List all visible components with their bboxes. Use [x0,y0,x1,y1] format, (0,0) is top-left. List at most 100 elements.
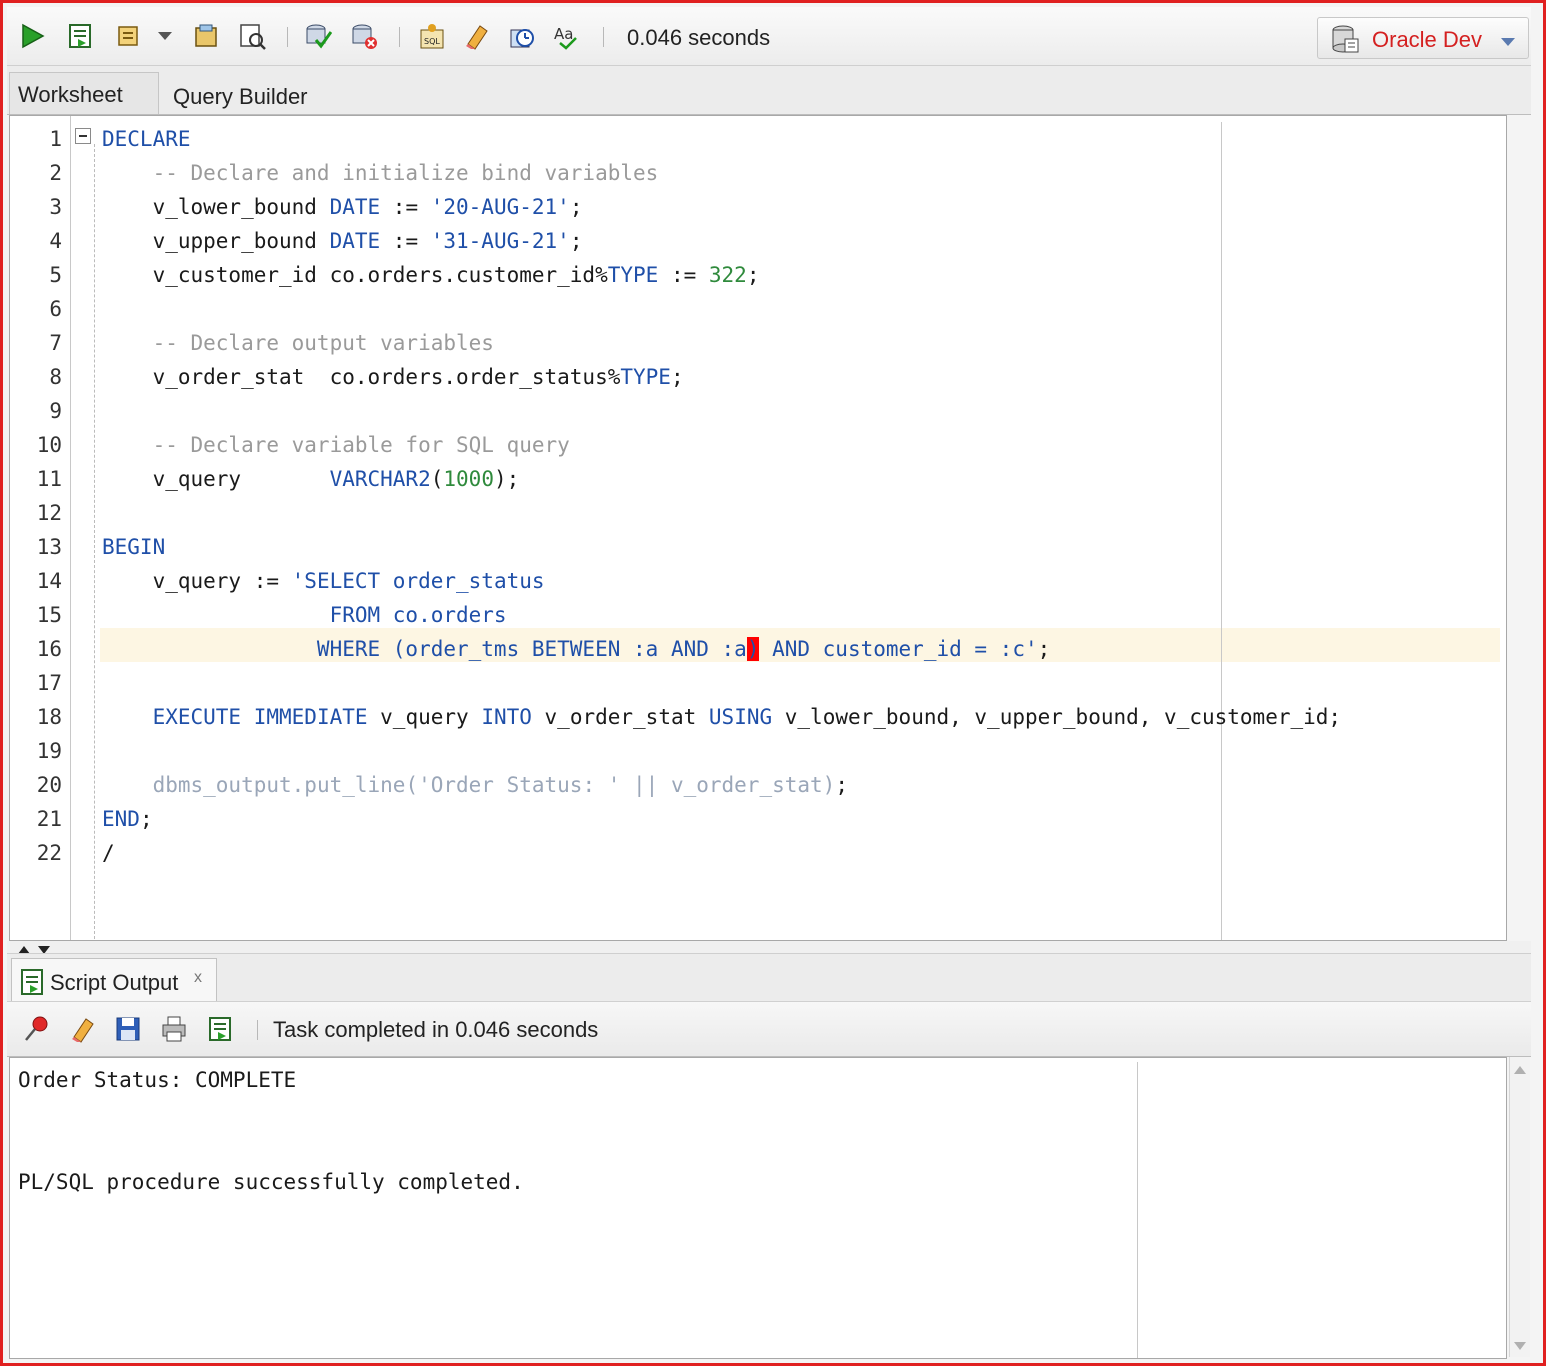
scroll-up-icon[interactable] [1514,1061,1526,1079]
close-icon[interactable]: x [194,969,202,987]
code-line[interactable]: v_query VARCHAR2(1000); [102,462,520,496]
code-line[interactable]: v_upper_bound DATE := '31-AUG-21'; [102,224,583,258]
code-token: TYPE [620,365,671,389]
script-output-icon [20,968,46,1001]
elapsed-time: 0.046 seconds [627,25,771,50]
code-line[interactable]: EXECUTE IMMEDIATE v_query INTO v_order_s… [102,700,1342,734]
script-output-text[interactable]: Order Status: COMPLETE PL/SQL procedure s… [9,1057,1507,1359]
code-token: '31-AUG-21' [430,229,570,253]
database-connection-icon [1330,24,1360,59]
fold-collapse-icon[interactable] [75,128,91,144]
open-script-icon[interactable] [205,1014,235,1044]
line-number: 15 [36,603,62,627]
code-line[interactable]: dbms_output.put_line('Order Status: ' ||… [102,768,848,802]
code-token: := [380,229,431,253]
code-token: v_order_stat [531,705,709,729]
dropdown-arrow-icon[interactable] [155,21,175,51]
line-number: 10 [36,433,62,457]
code-line[interactable]: DECLARE [102,122,191,156]
format-case-icon[interactable]: Aa [551,21,581,51]
code-token: DECLARE [102,127,191,151]
output-line: PL/SQL procedure successfully completed. [18,1170,524,1194]
code-token: v_query [367,705,482,729]
code-token: 'SELECT order_status [291,569,545,593]
code-token: v_query [102,467,330,491]
text-cursor: ) [746,637,760,661]
code-token: -- Declare output variables [102,331,494,355]
line-number: 21 [36,807,62,831]
code-line[interactable]: v_query := 'SELECT order_status [102,564,545,598]
line-number: 8 [49,365,62,389]
code-editor[interactable]: 1 2 3 4 5 6 7 8 9 10 11 12 13 14 15 16 17 18 19 20 21 22 DECL… [9,115,1507,941]
right-margin-line [1221,122,1222,940]
tab-worksheet[interactable]: Worksheet [9,72,159,114]
code-token: v_customer_id co.orders.customer_id% [102,263,608,287]
code-token: DATE [329,229,381,253]
code-token: AND customer_id = :c' [759,637,1038,661]
code-line[interactable]: -- Declare output variables [102,326,494,360]
code-line[interactable]: / [102,836,115,870]
code-line[interactable]: END; [102,802,153,836]
code-line[interactable]: BEGIN [102,530,165,564]
clear-output-icon[interactable] [67,1014,97,1044]
code-token: ; [670,365,684,389]
commit-icon[interactable] [303,21,333,51]
save-icon[interactable] [113,1014,143,1044]
code-line[interactable]: -- Declare and initialize bind variables [102,156,659,190]
code-token: -- Declare variable for SQL query [102,433,570,457]
run-script-icon[interactable] [65,21,95,51]
code-line[interactable]: v_lower_bound DATE := '20-AUG-21'; [102,190,583,224]
sql-monitor-icon[interactable]: SQL [417,21,447,51]
autotrace-icon[interactable] [113,21,143,51]
code-line[interactable]: v_customer_id co.orders.customer_id%TYPE… [102,258,760,292]
code-token: END [102,807,140,831]
code-token: dbms_output.put_line('Order Status: ' ||… [152,773,836,797]
code-token: 1000 [443,467,494,491]
code-line[interactable]: FROM co.orders [102,598,507,632]
scroll-down-icon[interactable] [1514,1337,1526,1355]
output-scrollbar[interactable] [1509,1057,1530,1357]
sql-tuning-icon[interactable] [237,21,267,51]
code-token: ; [569,195,583,219]
output-line: Order Status: COMPLETE [18,1068,297,1092]
history-icon[interactable] [507,21,537,51]
code-token: USING [708,705,773,729]
line-number: 22 [36,841,62,865]
clear-icon[interactable] [461,21,491,51]
chevron-down-icon[interactable] [1500,34,1516,52]
connection-name: Oracle Dev [1372,27,1483,52]
task-status: Task completed in 0.046 seconds [273,1017,599,1042]
code-token: v_lower_bound, v_upper_bound, v_customer… [772,705,1342,729]
line-number: 1 [49,127,62,151]
line-number: 12 [36,501,62,525]
explain-plan-icon[interactable] [191,21,221,51]
code-token: VARCHAR2 [329,467,431,491]
svg-text:SQL: SQL [424,37,440,46]
code-token: 322 [708,263,747,287]
code-line[interactable]: WHERE (order_tms BETWEEN :a AND :a) AND … [102,632,1050,666]
rollback-icon[interactable] [349,21,379,51]
line-number: 11 [36,467,62,491]
worksheet-toolbar: SQL Aa 0.046 seconds Oracle Dev [7,7,1531,66]
print-icon[interactable] [159,1014,189,1044]
code-token: EXECUTE IMMEDIATE [152,705,368,729]
panel-splitter[interactable] [7,941,1531,954]
pin-icon[interactable] [21,1014,51,1044]
code-line[interactable]: -- Declare variable for SQL query [102,428,570,462]
run-statement-icon[interactable] [17,21,47,51]
code-token: ; [139,807,153,831]
svg-text:Aa: Aa [554,25,573,43]
connection-selector[interactable]: Oracle Dev [1317,17,1529,59]
code-token: := [380,195,431,219]
editor-tab-bar: Worksheet Query Builder [7,66,1531,115]
code-token: v_upper_bound [102,229,330,253]
tab-query-builder[interactable]: Query Builder [165,72,325,114]
fold-guide [94,144,95,940]
code-token: INTO [481,705,532,729]
tab-script-output[interactable]: Script Output x [11,958,217,1002]
code-token: WHERE (order_tms BETWEEN :a AND :a [102,637,747,661]
code-token: := [658,263,709,287]
code-line[interactable]: v_order_stat co.orders.order_status%TYPE… [102,360,684,394]
line-number: 14 [36,569,62,593]
line-number: 19 [36,739,62,763]
